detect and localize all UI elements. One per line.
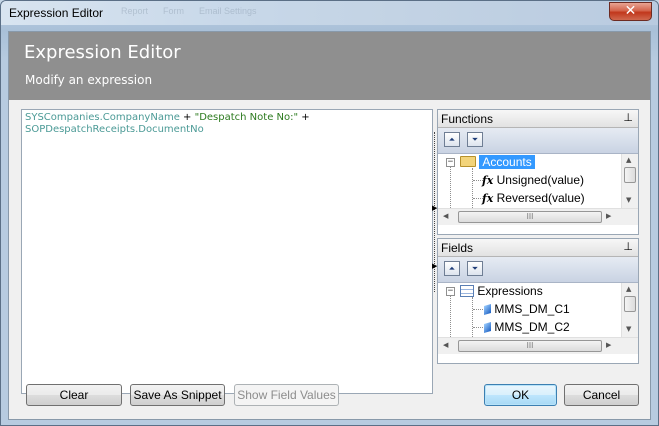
tree-item-expressions[interactable]: Expressions <box>460 283 543 300</box>
tree-item-label: Accounts <box>479 155 535 169</box>
folder-icon <box>460 156 476 167</box>
expand-all-icon: ⏷ <box>471 264 479 273</box>
fields-toolbar: ⏶ ⏷ <box>438 257 638 283</box>
functions-tree[interactable]: − Accounts fx Unsigned(value) fx Reverse… <box>438 154 638 208</box>
functions-panel-title: Functions <box>441 112 494 126</box>
collapse-all-icon: ⏶ <box>448 264 456 273</box>
tree-item-field[interactable]: MMS_DM_C1 <box>484 301 570 318</box>
string-token: "Despatch Note No:" <box>194 112 299 123</box>
tree-item-label: Unsigned(value) <box>496 173 585 187</box>
scroll-left-icon[interactable]: ◀ <box>443 212 448 220</box>
expand-all-button[interactable]: ⏷ <box>467 132 483 147</box>
tree-item-label: MMS_DM_C1 <box>494 302 570 316</box>
field-token: SYSCompanies.CompanyName <box>25 112 180 123</box>
expand-all-icon: ⏷ <box>471 135 479 144</box>
field-icon <box>484 304 491 315</box>
tree-item-field[interactable]: MMS_DM_C2 <box>484 319 570 336</box>
background-title: Email Settings <box>199 6 257 16</box>
scroll-thumb[interactable] <box>624 296 636 312</box>
background-title: Report <box>121 6 149 16</box>
dialog-body: Expression Editor Modify an expression S… <box>8 31 651 420</box>
scroll-up-icon[interactable]: ▲ <box>626 285 631 293</box>
collapse-all-button[interactable]: ⏶ <box>444 132 460 147</box>
vertical-scrollbar[interactable]: ▲ ▼ <box>621 154 638 208</box>
collapse-icon[interactable]: − <box>446 287 455 296</box>
close-button[interactable]: ✕ <box>609 2 652 21</box>
pin-icon[interactable]: ⊥ <box>623 111 633 124</box>
title-bar[interactable]: Expression Editor Report Form Email Sett… <box>1 1 658 25</box>
scroll-thumb[interactable]: III <box>458 211 602 223</box>
clear-button[interactable]: Clear <box>26 384 122 406</box>
fields-panel: Fields ⊥ ⏶ ⏷ − Expressions MMS_DM_C1 MMS… <box>437 238 639 364</box>
tree-item-accounts[interactable]: Accounts <box>460 154 535 171</box>
ok-button[interactable]: OK <box>484 384 557 406</box>
vertical-scrollbar[interactable]: ▲ ▼ <box>621 283 638 337</box>
table-icon <box>460 285 474 297</box>
operator-token: + <box>298 112 310 123</box>
field-icon <box>484 322 491 333</box>
operator-token: + <box>179 112 195 123</box>
scroll-left-icon[interactable]: ◀ <box>443 341 448 349</box>
field-token: SOPDespatchReceipts.DocumentNo <box>25 124 204 135</box>
show-field-values-button[interactable]: Show Field Values <box>234 384 339 406</box>
background-title: Form <box>163 6 184 16</box>
scroll-thumb[interactable]: III <box>458 340 602 352</box>
collapse-icon[interactable]: − <box>446 158 455 167</box>
scroll-up-icon[interactable]: ▲ <box>626 156 631 164</box>
banner-title: Expression Editor <box>24 42 181 63</box>
cancel-button[interactable]: Cancel <box>564 384 639 406</box>
save-as-snippet-button[interactable]: Save As Snippet <box>130 384 225 406</box>
collapse-all-button[interactable]: ⏶ <box>444 261 460 276</box>
dialog-window: Expression Editor Report Form Email Sett… <box>0 0 659 426</box>
fields-tree[interactable]: − Expressions MMS_DM_C1 MMS_DM_C2 ▲ ▼ <box>438 283 638 337</box>
tree-item-function[interactable]: fx Reversed(value) <box>482 190 585 207</box>
expression-textarea[interactable]: SYSCompanies.CompanyName + "Despatch Not… <box>21 109 433 394</box>
header-banner: Expression Editor Modify an expression <box>9 32 650 100</box>
horizontal-scrollbar[interactable]: ◀ III ▶ <box>438 208 638 225</box>
horizontal-scrollbar[interactable]: ◀ III ▶ <box>438 337 638 354</box>
banner-subtitle: Modify an expression <box>25 73 153 87</box>
expand-all-button[interactable]: ⏷ <box>467 261 483 276</box>
tree-item-label: Reversed(value) <box>496 191 585 205</box>
fields-panel-title: Fields <box>441 241 474 255</box>
functions-panel: Functions ⊥ ⏶ ⏷ − Accounts fx Unsigned(v… <box>437 109 639 235</box>
pin-icon[interactable]: ⊥ <box>623 240 633 253</box>
scroll-down-icon[interactable]: ▼ <box>626 196 631 204</box>
window-title: Expression Editor <box>9 6 104 20</box>
scroll-down-icon[interactable]: ▼ <box>626 325 631 333</box>
collapse-all-icon: ⏶ <box>448 135 456 144</box>
tree-item-label: Expressions <box>477 284 543 298</box>
tree-item-label: MMS_DM_C2 <box>494 320 570 334</box>
fields-panel-header: Fields ⊥ <box>438 239 638 257</box>
scroll-right-icon[interactable]: ▶ <box>606 341 611 349</box>
functions-panel-header: Functions ⊥ <box>438 110 638 128</box>
function-icon: fx <box>482 174 494 187</box>
tree-item-function[interactable]: fx Unsigned(value) <box>482 172 584 189</box>
scroll-thumb[interactable] <box>624 167 636 183</box>
scroll-right-icon[interactable]: ▶ <box>606 212 611 220</box>
function-icon: fx <box>482 192 494 205</box>
functions-toolbar: ⏶ ⏷ <box>438 128 638 154</box>
close-icon: ✕ <box>624 3 637 19</box>
